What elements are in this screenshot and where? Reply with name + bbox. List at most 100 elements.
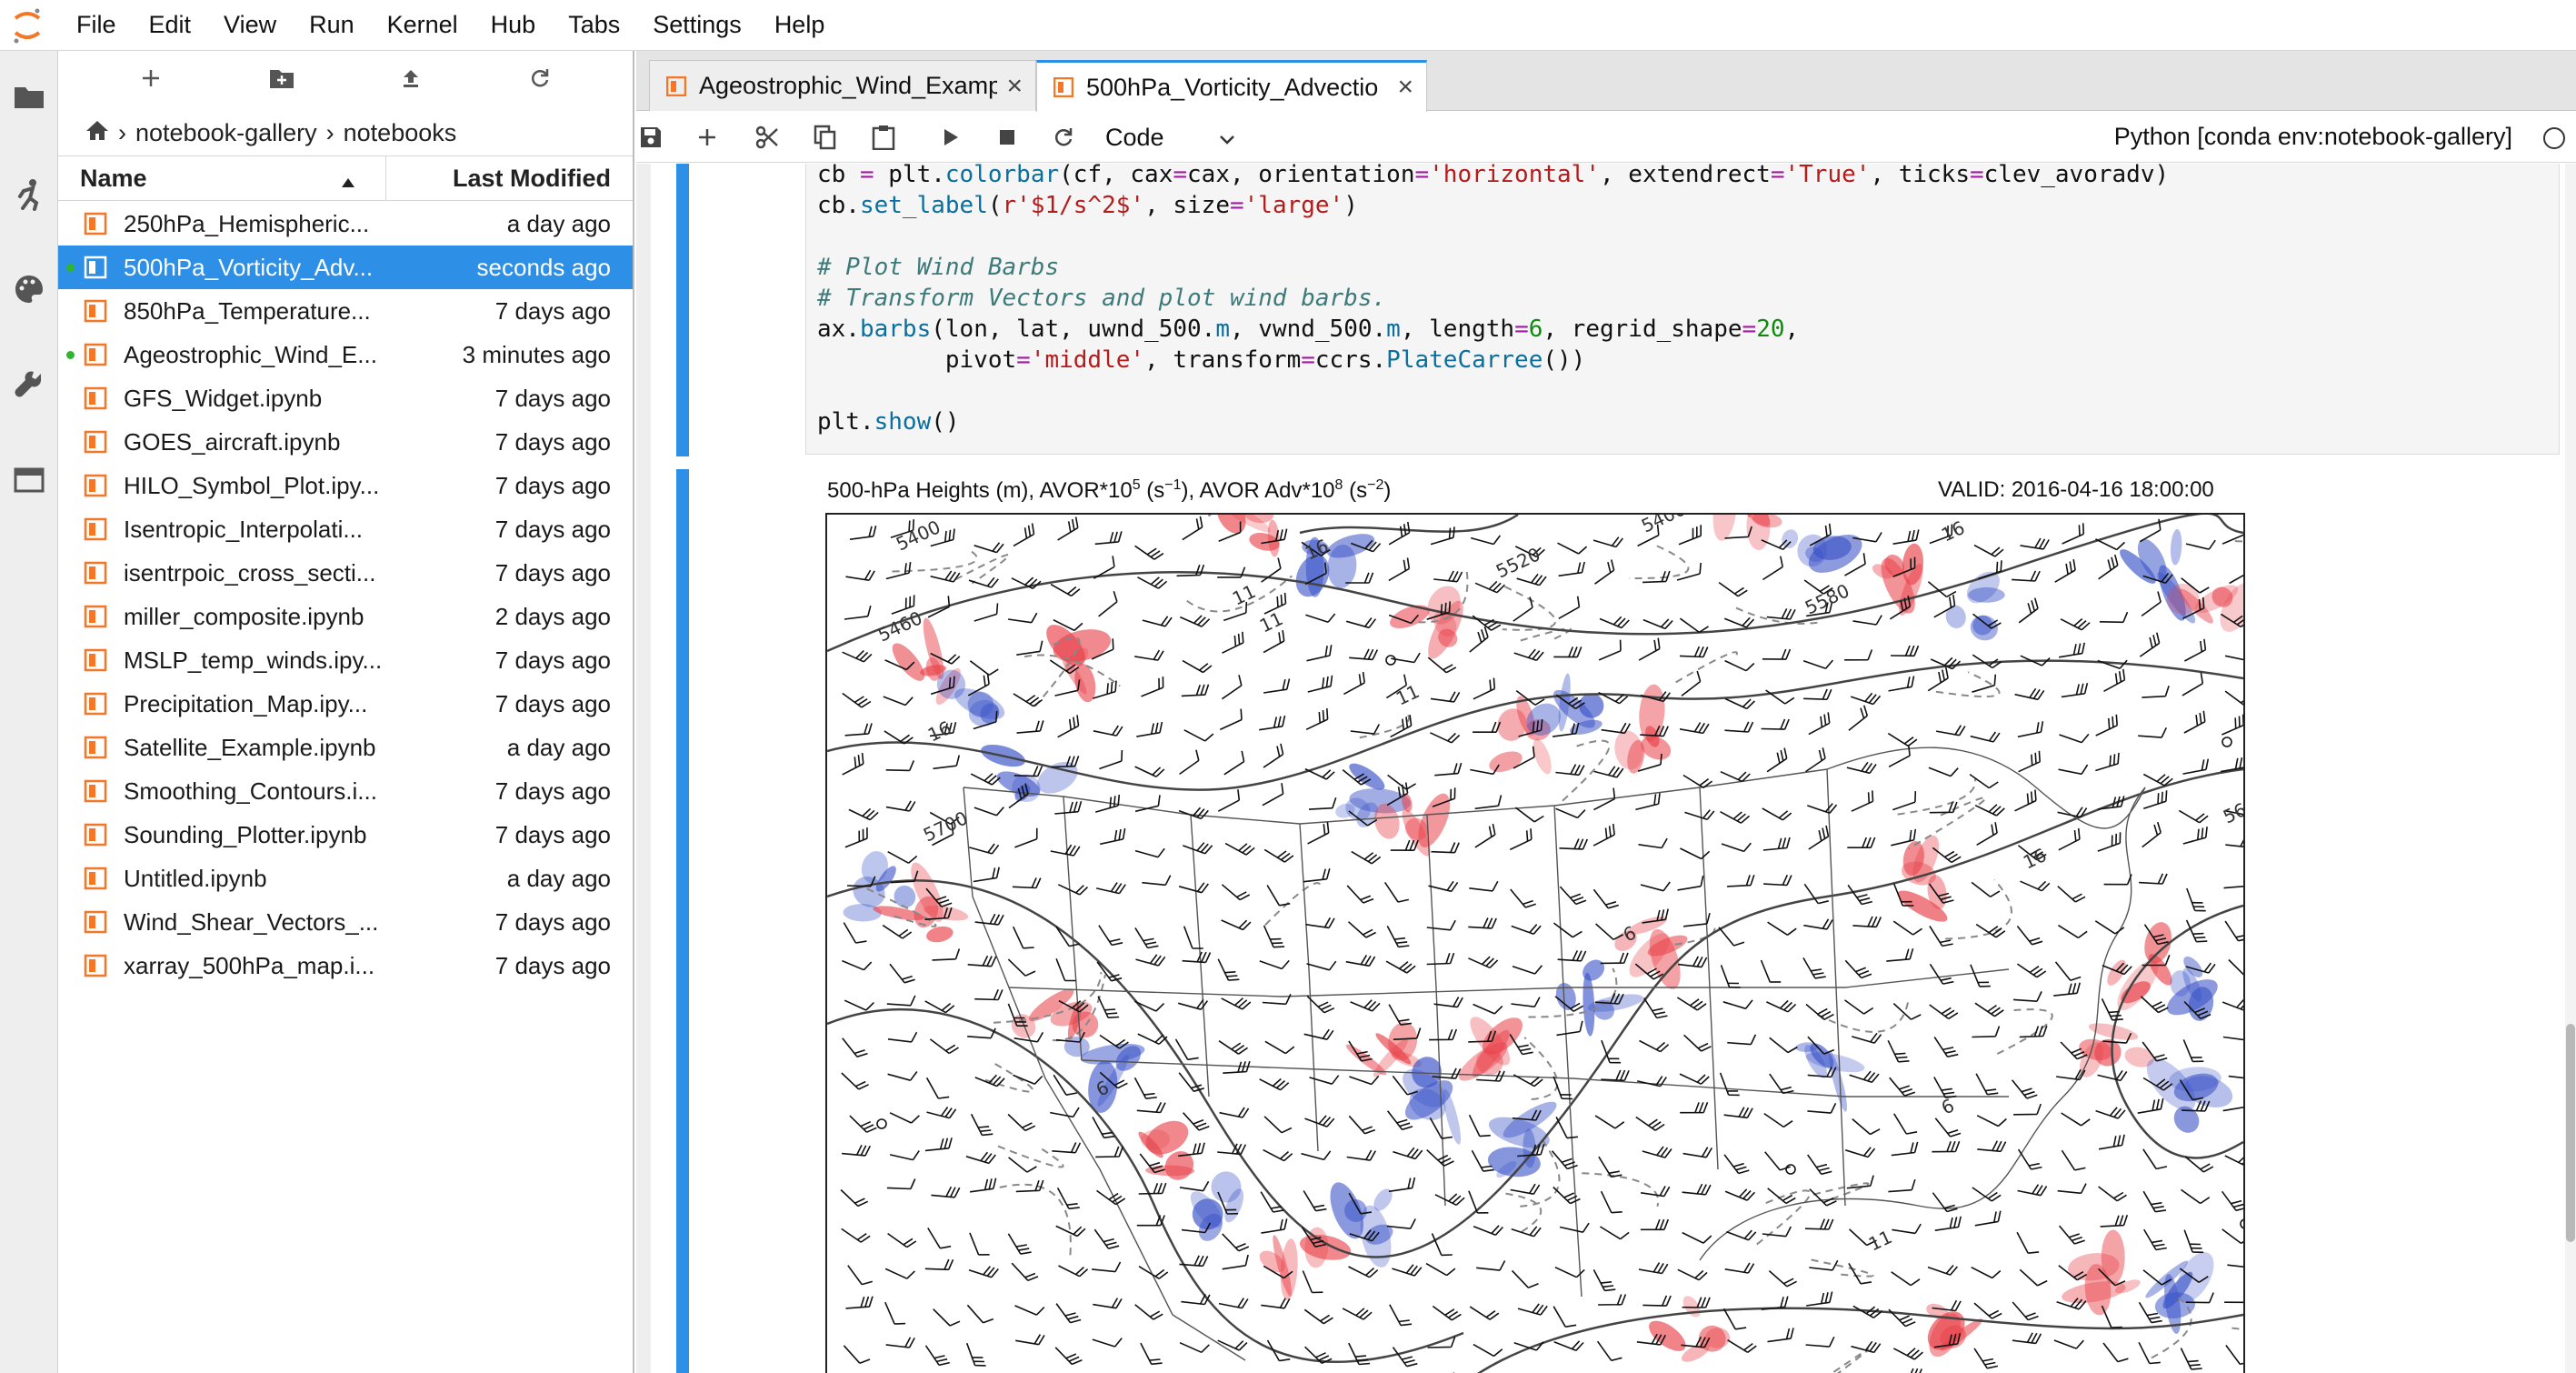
wind-barb bbox=[1720, 965, 1741, 988]
cell-collapser[interactable] bbox=[676, 164, 689, 456]
column-name[interactable]: Name bbox=[80, 165, 147, 193]
new-launcher-icon[interactable] bbox=[133, 60, 169, 96]
menu-tabs[interactable]: Tabs bbox=[552, 11, 636, 39]
kernel-name[interactable]: Python [conda env:notebook-gallery] bbox=[2114, 123, 2512, 151]
wind-barb bbox=[1469, 626, 1489, 653]
paste-icon[interactable] bbox=[865, 119, 902, 155]
tab-ageostrophic-wind[interactable]: Ageostrophic_Wind_Examp × bbox=[649, 60, 1036, 111]
wind-barb bbox=[1844, 649, 1873, 661]
file-row[interactable]: miller_composite.ipynb 2 days ago bbox=[58, 595, 633, 638]
file-row[interactable]: Satellite_Example.ipynb a day ago bbox=[58, 726, 633, 769]
file-row[interactable]: xarray_500hPa_map.i... 7 days ago bbox=[58, 944, 633, 987]
menu-kernel[interactable]: Kernel bbox=[371, 11, 474, 39]
wind-barb bbox=[1683, 1034, 1712, 1052]
file-row[interactable]: 250hPa_Hemispheric... a day ago bbox=[58, 202, 633, 246]
wind-barb bbox=[1553, 646, 1583, 658]
sort-ascending-icon[interactable] bbox=[340, 167, 356, 195]
tabs-icon[interactable] bbox=[9, 460, 49, 500]
file-row[interactable]: MSLP_temp_winds.ipy... 7 days ago bbox=[58, 638, 633, 682]
wind-barb bbox=[1593, 536, 1623, 548]
wind-barb bbox=[1469, 1306, 1500, 1320]
negative-advection-area bbox=[1782, 529, 1799, 548]
menu-help[interactable]: Help bbox=[758, 11, 842, 39]
wrench-icon[interactable] bbox=[9, 364, 49, 404]
wind-barb bbox=[1892, 920, 1923, 936]
wind-barb bbox=[1140, 1342, 1163, 1366]
restart-icon[interactable] bbox=[1045, 119, 1082, 155]
home-icon[interactable] bbox=[85, 119, 109, 147]
breadcrumb-notebooks[interactable]: notebooks bbox=[344, 119, 457, 147]
wind-barb bbox=[1808, 712, 1831, 736]
wind-barb bbox=[1511, 1269, 1539, 1288]
tab-500hpa-vorticity[interactable]: 500hPa_Vorticity_Advectio × bbox=[1036, 60, 1427, 112]
file-row[interactable]: Isentropic_Interpolati... 7 days ago bbox=[58, 507, 633, 551]
file-row[interactable]: Precipitation_Map.ipy... 7 days ago bbox=[58, 682, 633, 726]
file-row[interactable]: Untitled.ipynb a day ago bbox=[58, 857, 633, 900]
column-divider[interactable] bbox=[385, 156, 386, 200]
wind-barb bbox=[1593, 1269, 1616, 1292]
wind-barb bbox=[1219, 708, 1243, 731]
file-modified: 7 days ago bbox=[494, 821, 611, 848]
cell-type-dropdown[interactable]: Code bbox=[1105, 121, 1260, 154]
wind-barb bbox=[2228, 958, 2243, 976]
code-cell-editor[interactable]: cb = plt.colorbar(cf, cax=cax, orientati… bbox=[805, 164, 2560, 455]
file-row[interactable]: Ageostrophic_Wind_E... 3 minutes ago bbox=[58, 333, 633, 376]
scrollbar-thumb[interactable] bbox=[2566, 1024, 2575, 1242]
wind-barb bbox=[1893, 1113, 1918, 1135]
add-cell-icon[interactable] bbox=[689, 119, 725, 155]
close-icon[interactable]: × bbox=[1006, 71, 1023, 102]
wind-barb bbox=[1393, 1147, 1423, 1160]
menu-run[interactable]: Run bbox=[293, 11, 371, 39]
vorticity-contour bbox=[999, 1183, 1072, 1257]
contour-label: 11 bbox=[1393, 680, 1423, 710]
negative-advection-area bbox=[2170, 528, 2182, 566]
refresh-icon[interactable] bbox=[522, 60, 558, 96]
notebook-icon bbox=[84, 474, 107, 497]
menu-edit[interactable]: Edit bbox=[133, 11, 208, 39]
file-row[interactable]: HILO_Symbol_Plot.ipy... 7 days ago bbox=[58, 464, 633, 507]
palette-icon[interactable] bbox=[9, 269, 49, 309]
wind-barb bbox=[1434, 1193, 1465, 1207]
file-row[interactable]: 500hPa_Vorticity_Adv... seconds ago bbox=[58, 246, 633, 289]
file-row[interactable]: GFS_Widget.ipynb 7 days ago bbox=[58, 376, 633, 420]
wind-barb bbox=[2178, 809, 2209, 824]
menu-settings[interactable]: Settings bbox=[636, 11, 758, 39]
wind-barb bbox=[1555, 807, 1586, 819]
file-row[interactable]: GOES_aircraft.ipynb 7 days ago bbox=[58, 420, 633, 464]
close-icon[interactable]: × bbox=[1397, 72, 1413, 103]
file-row[interactable]: isentrpoic_cross_secti... 7 days ago bbox=[58, 551, 633, 595]
file-row[interactable]: Smoothing_Contours.i... 7 days ago bbox=[58, 769, 633, 813]
menu-view[interactable]: View bbox=[207, 11, 293, 39]
menu-hub[interactable]: Hub bbox=[474, 11, 553, 39]
running-icon[interactable] bbox=[9, 175, 49, 215]
wind-barb bbox=[1050, 844, 1081, 857]
new-folder-icon[interactable] bbox=[264, 60, 300, 96]
cut-icon[interactable] bbox=[749, 119, 785, 155]
wind-barb bbox=[1426, 1149, 1454, 1167]
file-modified: 7 days ago bbox=[494, 646, 611, 674]
vorticity-contour bbox=[1996, 1008, 2053, 1055]
wind-barb bbox=[1559, 838, 1589, 850]
wind-barb bbox=[2181, 1188, 2211, 1205]
vertical-scrollbar[interactable] bbox=[2565, 164, 2576, 1373]
wind-barb bbox=[1679, 1073, 1710, 1085]
column-last-modified[interactable]: Last Modified bbox=[453, 165, 611, 193]
copy-icon[interactable] bbox=[807, 119, 844, 155]
breadcrumb-separator: › bbox=[118, 118, 126, 146]
file-row[interactable]: Sounding_Plotter.ipynb 7 days ago bbox=[58, 813, 633, 857]
wind-barb bbox=[1676, 562, 1702, 581]
stop-icon[interactable] bbox=[989, 119, 1025, 155]
file-row[interactable]: 850hPa_Temperature... 7 days ago bbox=[58, 289, 633, 333]
wind-barb bbox=[1768, 1270, 1797, 1288]
output-collapser[interactable] bbox=[676, 469, 689, 1373]
upload-icon[interactable] bbox=[393, 60, 429, 96]
panel-divider[interactable] bbox=[636, 164, 651, 1373]
run-icon[interactable] bbox=[933, 119, 969, 155]
wind-barb bbox=[1598, 1294, 1627, 1306]
menu-file[interactable]: File bbox=[55, 11, 133, 39]
file-row[interactable]: Wind_Shear_Vectors_... 7 days ago bbox=[58, 900, 633, 944]
breadcrumb-notebook-gallery[interactable]: notebook-gallery bbox=[135, 119, 317, 147]
folder-icon[interactable] bbox=[9, 76, 49, 116]
wind-barb bbox=[848, 807, 879, 821]
save-icon[interactable] bbox=[633, 119, 669, 155]
